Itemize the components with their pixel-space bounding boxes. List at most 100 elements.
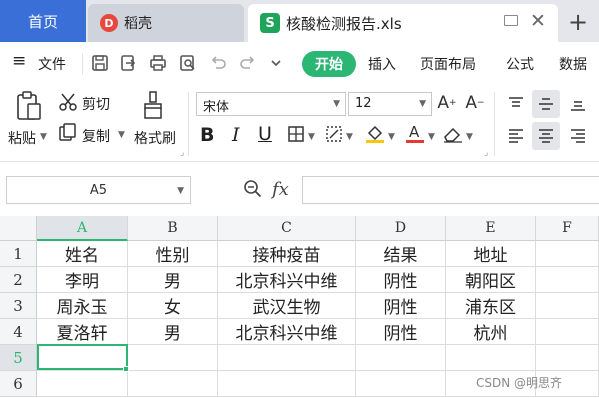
cell-d2[interactable]: 阴性 (356, 267, 446, 293)
new-tab-button[interactable]: + (568, 8, 588, 36)
cell-d5[interactable] (356, 345, 446, 371)
cell-b6[interactable] (128, 371, 218, 397)
border-dropdown-icon[interactable]: ▼ (308, 132, 315, 142)
name-box-dropdown-icon[interactable]: ▼ (177, 186, 184, 196)
export-icon[interactable] (118, 53, 138, 73)
column-header-d[interactable]: D (356, 216, 446, 241)
cell-e1[interactable]: 地址 (446, 241, 536, 267)
fill-color-dropdown-icon[interactable]: ▼ (388, 132, 395, 142)
bold-button[interactable]: B (200, 124, 214, 146)
copy-icon[interactable] (58, 122, 78, 142)
more-chevron-down-icon[interactable] (266, 53, 286, 73)
cell-f4[interactable] (536, 319, 599, 345)
row-header-5[interactable]: 5 (0, 345, 37, 371)
menu-start[interactable]: 开始 (302, 51, 356, 77)
cell-a6[interactable] (37, 371, 128, 397)
font-size-select[interactable]: 12 ▼ (348, 92, 432, 116)
row-header-3[interactable]: 3 (0, 293, 37, 319)
hamburger-menu-icon[interactable]: ≡ (12, 51, 26, 71)
cell-e2[interactable]: 朝阳区 (446, 267, 536, 293)
scissors-icon[interactable] (58, 92, 78, 112)
fill-pattern-dropdown-icon[interactable]: ▼ (346, 132, 353, 142)
align-top-icon[interactable] (504, 92, 528, 116)
cell-b2[interactable]: 男 (128, 267, 218, 293)
clipboard-group-expand-icon[interactable]: ⌟ (180, 148, 184, 158)
redo-icon[interactable] (238, 53, 258, 73)
column-header-c[interactable]: C (218, 216, 356, 241)
format-painter-icon[interactable] (140, 90, 166, 122)
underline-button[interactable]: U (258, 123, 272, 145)
cell-d1[interactable]: 结果 (356, 241, 446, 267)
fill-pattern-icon[interactable] (324, 124, 344, 144)
font-family-select[interactable]: 宋体 ▼ (196, 92, 346, 116)
cell-a3[interactable]: 周永玉 (37, 293, 128, 319)
select-all-corner[interactable] (0, 216, 37, 241)
cell-c5[interactable] (218, 345, 356, 371)
align-right-icon[interactable] (566, 124, 590, 148)
font-family-dropdown-icon[interactable]: ▼ (333, 99, 340, 109)
row-header-2[interactable]: 2 (0, 267, 37, 293)
print-icon[interactable] (148, 53, 168, 73)
close-tab-icon[interactable]: ✕ (530, 10, 546, 32)
row-header-1[interactable]: 1 (0, 241, 37, 267)
cell-a4[interactable]: 夏洛轩 (37, 319, 128, 345)
column-header-b[interactable]: B (128, 216, 218, 241)
cell-b1[interactable]: 性别 (128, 241, 218, 267)
cell-f1[interactable] (536, 241, 599, 267)
cell-c1[interactable]: 接种疫苗 (218, 241, 356, 267)
italic-button[interactable]: I (232, 124, 240, 146)
tab-home[interactable]: 首页 (0, 0, 86, 42)
cell-a2[interactable]: 李明 (37, 267, 128, 293)
tab-document[interactable]: S 核酸检测报告.xls ✕ (248, 4, 558, 42)
column-header-a[interactable]: A (37, 216, 128, 241)
fill-color-icon[interactable] (364, 122, 386, 144)
save-icon[interactable] (90, 53, 110, 73)
undo-icon[interactable] (208, 53, 228, 73)
paste-icon[interactable] (14, 90, 44, 122)
cell-c6[interactable] (218, 371, 356, 397)
menu-formula[interactable]: 公式 (506, 54, 534, 74)
fill-handle[interactable] (123, 366, 129, 372)
cell-e4[interactable]: 杭州 (446, 319, 536, 345)
tab-daoke[interactable]: D 稻壳 (88, 4, 244, 42)
cell-e5[interactable] (446, 345, 536, 371)
cell-f3[interactable] (536, 293, 599, 319)
cell-b4[interactable]: 男 (128, 319, 218, 345)
eraser-icon[interactable] (442, 124, 464, 144)
copy-button[interactable]: 复制 (82, 126, 110, 146)
format-painter-button[interactable]: 格式刷 (134, 128, 176, 148)
border-icon[interactable] (286, 124, 306, 144)
increase-font-icon[interactable]: A + (436, 92, 458, 114)
align-bottom-icon[interactable] (566, 92, 590, 116)
formula-input[interactable] (302, 176, 599, 204)
cell-c4[interactable]: 北京科兴中维 (218, 319, 356, 345)
align-middle-icon[interactable] (532, 90, 560, 118)
align-left-icon[interactable] (504, 124, 528, 148)
font-color-icon[interactable]: A (404, 122, 426, 144)
cell-a1[interactable]: 姓名 (37, 241, 128, 267)
name-box[interactable]: A5 ▼ (6, 176, 191, 204)
cell-f2[interactable] (536, 267, 599, 293)
zoom-search-icon[interactable] (242, 178, 264, 200)
font-color-dropdown-icon[interactable]: ▼ (428, 132, 435, 142)
cell-c2[interactable]: 北京科兴中维 (218, 267, 356, 293)
menu-file[interactable]: 文件 (38, 54, 66, 74)
row-header-6[interactable]: 6 (0, 371, 37, 397)
cell-d4[interactable]: 阴性 (356, 319, 446, 345)
cut-button[interactable]: 剪切 (82, 94, 110, 114)
menu-page-layout[interactable]: 页面布局 (420, 54, 476, 74)
align-center-icon[interactable] (532, 122, 560, 150)
window-icon[interactable] (504, 15, 518, 26)
column-header-f[interactable]: F (536, 216, 599, 241)
copy-dropdown-icon[interactable]: ▼ (118, 130, 125, 140)
cell-e3[interactable]: 浦东区 (446, 293, 536, 319)
row-header-4[interactable]: 4 (0, 319, 37, 345)
cell-f5[interactable] (536, 345, 599, 371)
cell-c3[interactable]: 武汉生物 (218, 293, 356, 319)
clear-dropdown-icon[interactable]: ▼ (466, 132, 473, 142)
insert-function-button[interactable]: fx (272, 179, 289, 200)
column-header-e[interactable]: E (446, 216, 536, 241)
print-preview-icon[interactable] (178, 53, 198, 73)
menu-data[interactable]: 数据 (559, 54, 587, 74)
font-group-expand-icon[interactable]: ⌟ (484, 148, 488, 158)
